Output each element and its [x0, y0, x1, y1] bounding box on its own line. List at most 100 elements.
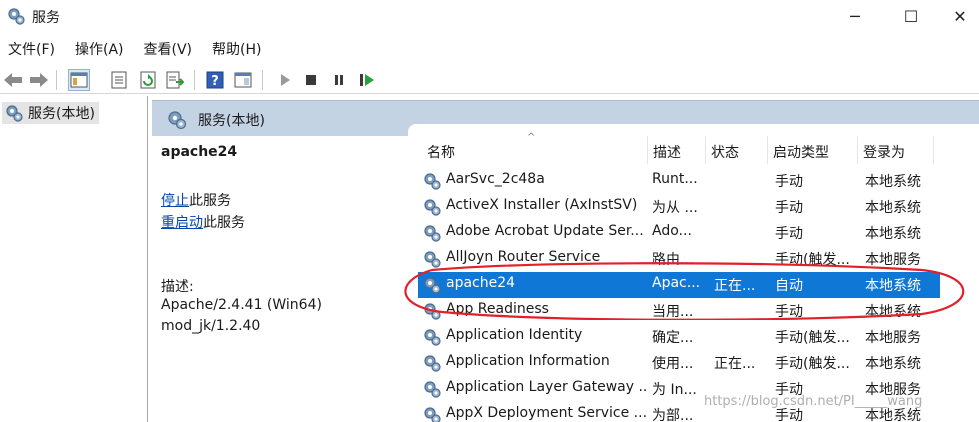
- cell-name: AarSvc_2c48a: [446, 171, 545, 187]
- window-title: 服务: [32, 10, 60, 26]
- cell-description: 为部...: [652, 408, 694, 422]
- cell-log-on-as: 本地系统: [865, 304, 921, 320]
- restart-service-link[interactable]: 重启动: [161, 215, 203, 231]
- show-action-pane-button[interactable]: [232, 69, 254, 91]
- description-line-1: Apache/2.4.41 (Win64): [161, 297, 322, 313]
- cell-description: Ado...: [652, 223, 692, 239]
- cell-startup-type: 自动: [775, 278, 803, 294]
- cell-log-on-as: 本地服务: [865, 330, 921, 346]
- show-hide-console-tree-button[interactable]: [68, 69, 90, 91]
- svg-text:?: ?: [211, 74, 219, 89]
- gear-icon: [424, 199, 441, 216]
- back-button[interactable]: [2, 69, 24, 91]
- properties-button[interactable]: [108, 69, 130, 91]
- table-row[interactable]: Adobe Acrobat Update Ser... Ado... 手动 本地系统: [418, 220, 940, 246]
- cell-description: Apac...: [652, 275, 701, 291]
- toolbar: ?: [0, 64, 979, 94]
- tree-item-services-local[interactable]: 服务(本地): [2, 102, 99, 124]
- stop-icon: [306, 75, 316, 85]
- help-button[interactable]: ?: [204, 69, 226, 91]
- cell-description: 确定...: [652, 330, 694, 346]
- table-row[interactable]: Application Identity 确定... 手动(触发... 本地服务: [418, 324, 940, 350]
- cell-startup-type: 手动: [775, 174, 803, 190]
- export-list-icon: [166, 71, 184, 89]
- column-header-log-on-as[interactable]: 登录为: [858, 136, 934, 164]
- cell-name: AllJoyn Router Service: [446, 249, 601, 265]
- selected-service-name: apache24: [161, 144, 238, 160]
- column-header-startup-type[interactable]: 启动类型: [768, 136, 858, 164]
- column-header-name[interactable]: 名称: [422, 136, 648, 164]
- console-tree: 服务(本地): [0, 96, 148, 422]
- stop-action-suffix: 此服务: [189, 193, 231, 209]
- cell-description: 为 In...: [652, 382, 697, 398]
- title-bar: 服务 ─ ☐ ✕: [0, 0, 979, 34]
- resume-icon: [360, 74, 374, 86]
- gear-icon: [424, 381, 441, 398]
- minimize-button[interactable]: ─: [832, 0, 878, 32]
- tree-item-label: 服务(本地): [28, 106, 95, 122]
- description-label: 描述:: [161, 279, 194, 295]
- cell-name: apache24: [446, 275, 516, 291]
- forward-arrow-icon: [30, 73, 48, 87]
- action-pane-icon: [234, 72, 252, 88]
- cell-status: 正在...: [714, 278, 756, 294]
- cell-startup-type: 手动: [775, 304, 803, 320]
- forward-button[interactable]: [28, 69, 50, 91]
- play-icon: [281, 74, 290, 86]
- menu-view[interactable]: 查看(V): [144, 39, 193, 59]
- gear-icon: [6, 105, 23, 122]
- maximize-icon: ☐: [903, 6, 919, 26]
- menu-file[interactable]: 文件(F): [8, 39, 55, 59]
- cell-name: Application Layer Gateway ...: [446, 379, 646, 395]
- cell-description: 当用...: [652, 304, 694, 320]
- refresh-icon: [140, 71, 156, 89]
- toolbar-separator: [194, 70, 195, 90]
- menu-action[interactable]: 操作(A): [75, 39, 124, 59]
- minimize-icon: ─: [850, 6, 860, 26]
- cell-log-on-as: 本地系统: [865, 278, 921, 294]
- back-arrow-icon: [4, 73, 22, 87]
- watermark-text: https://blog.csdn.net/PI_____wang: [704, 394, 923, 409]
- menu-bar: 文件(F) 操作(A) 查看(V) 帮助(H): [0, 36, 979, 62]
- panel-title: 服务(本地): [198, 113, 265, 129]
- table-row[interactable]: AllJoyn Router Service 路由... 手动(触发... 本地服务: [418, 246, 940, 272]
- gear-icon: [168, 111, 187, 130]
- console-tree-icon: [70, 72, 88, 88]
- cell-startup-type: 手动: [775, 226, 803, 242]
- gear-icon: [424, 303, 441, 320]
- maximize-button[interactable]: ☐: [888, 0, 934, 32]
- table-row[interactable]: App Readiness 当用... 手动 本地系统: [418, 298, 940, 324]
- table-row[interactable]: Application Information 使用... 正在... 手动(触发..…: [418, 350, 940, 376]
- refresh-button[interactable]: [137, 69, 159, 91]
- column-header-description[interactable]: 描述: [648, 136, 706, 164]
- restart-action-suffix: 此服务: [203, 215, 245, 231]
- table-row[interactable]: AarSvc_2c48a Runt... 手动 本地系统: [418, 168, 940, 194]
- pause-service-button[interactable]: [328, 69, 350, 91]
- stop-service-button[interactable]: [300, 69, 322, 91]
- cell-description: 使用...: [652, 356, 694, 372]
- gear-icon: [424, 407, 441, 422]
- column-header-status[interactable]: 状态: [706, 136, 768, 164]
- extended-view-pane: apache24 停止此服务 重启动此服务 描述: Apache/2.4.41 …: [152, 136, 408, 422]
- cell-name: App Readiness: [446, 301, 549, 317]
- cell-startup-type: 手动: [775, 200, 803, 216]
- cell-status: 正在...: [714, 356, 756, 372]
- cell-name: Application Identity: [446, 327, 583, 343]
- services-gear-icon: [8, 8, 25, 25]
- menu-help[interactable]: 帮助(H): [212, 39, 261, 59]
- cell-log-on-as: 本地服务: [865, 252, 921, 268]
- help-icon: ?: [206, 71, 224, 89]
- table-row[interactable]: ActiveX Installer (AxInstSV) 为从 ... 手动 本地系统: [418, 194, 940, 220]
- start-service-button[interactable]: [274, 69, 296, 91]
- export-list-button[interactable]: [164, 69, 186, 91]
- toolbar-separator: [262, 70, 263, 90]
- table-row[interactable]: apache24 Apac... 正在... 自动 本地系统: [418, 272, 940, 298]
- gear-icon: [424, 173, 441, 190]
- properties-icon: [111, 71, 127, 89]
- cell-startup-type: 手动(触发...: [775, 356, 850, 372]
- close-button[interactable]: ✕: [937, 0, 979, 32]
- stop-service-link[interactable]: 停止: [161, 193, 189, 209]
- pause-icon: [335, 75, 343, 85]
- cell-startup-type: 手动(触发...: [775, 330, 850, 346]
- restart-service-button[interactable]: [356, 69, 378, 91]
